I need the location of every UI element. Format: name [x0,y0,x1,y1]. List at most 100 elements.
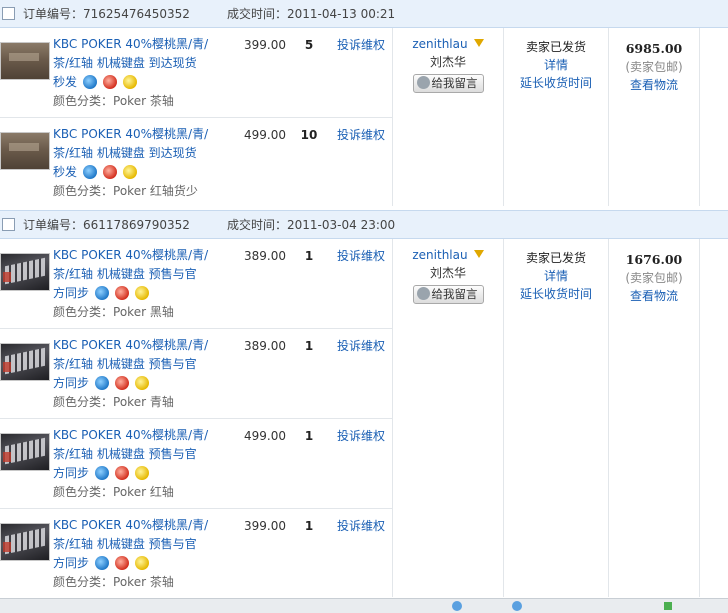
extend-receipt-link[interactable]: 延长收货时间 [504,285,608,303]
extend-receipt-link[interactable]: 延长收货时间 [504,74,608,92]
item-thumbnail[interactable] [0,343,50,381]
view-logistics-link[interactable]: 查看物流 [609,287,699,305]
item-title[interactable]: KBC POKER 40%樱桃黑/青/ 茶/红轴 机械键盘 到达现货 秒发 [53,125,231,182]
order-status: 卖家已发货 [525,251,586,265]
seven-day-return-icon [103,165,118,179]
complain-link[interactable]: 投诉维权 [337,517,385,534]
status-dot-icon [452,601,462,611]
bao-icon [83,75,98,89]
item-price: 499.00 [244,429,286,443]
detail-link[interactable]: 详情 [504,267,608,285]
item-quantity: 5 [304,38,314,52]
column-divider [699,28,700,206]
item-title[interactable]: KBC POKER 40%樱桃黑/青/ 茶/红轴 机械键盘 预售与官 方同步 [53,516,231,573]
seller-nick[interactable]: zenithlau [393,37,503,51]
total-cell: 1676.00 (卖家包邮) 查看物流 [609,239,699,305]
seller-nick[interactable]: zenithlau [393,248,503,262]
complain-link[interactable]: 投诉维权 [337,36,385,53]
leave-message-button[interactable]: 给我留言 [412,74,484,93]
item-row: KBC POKER 40%樱桃黑/青/ 茶/红轴 机械键盘 预售与官 方同步 颜… [0,509,392,598]
deal-time: 成交时间：2011-04-13 00:21 [227,7,396,21]
order-checkbox[interactable] [2,218,15,231]
order-number: 订单编号：66117869790352 [23,218,190,232]
item-category: 颜色分类：Poker 青轴 [53,395,174,409]
order-body: KBC POKER 40%樱桃黑/青/ 茶/红轴 机械键盘 预售与官 方同步 颜… [0,239,728,598]
item-price: 499.00 [244,128,286,142]
item-row: KBC POKER 40%樱桃黑/青/ 茶/红轴 机械键盘 预售与官 方同步 颜… [0,329,392,419]
item-price: 389.00 [244,339,286,353]
item-title[interactable]: KBC POKER 40%樱桃黑/青/ 茶/红轴 机械键盘 到达现货 秒发 [53,35,231,92]
item-thumbnail[interactable] [0,132,50,170]
deal-time: 成交时间：2011-03-04 23:00 [227,218,396,232]
credit-badge-icon [135,556,150,570]
item-category: 颜色分类：Poker 红轴 [53,485,174,499]
order-header: 订单编号：71625476450352 成交时间：2011-04-13 00:2… [0,0,728,28]
complain-link[interactable]: 投诉维权 [337,126,385,143]
flag-icon [473,39,484,47]
seven-day-return-icon [115,376,130,390]
total-cell: 6985.00 (卖家包邮) 查看物流 [609,28,699,94]
item-category: 颜色分类：Poker 红轴货少 [53,184,198,198]
status-square-icon [664,602,672,610]
bao-icon [95,466,110,480]
seven-day-return-icon [115,286,130,300]
flag-icon [473,250,484,258]
bao-icon [83,165,98,179]
detail-link[interactable]: 详情 [504,56,608,74]
order-header: 订单编号：66117869790352 成交时间：2011-03-04 23:0… [0,210,728,239]
chat-face-icon [416,76,430,89]
item-row: KBC POKER 40%樱桃黑/青/ 茶/红轴 机械键盘 到达现货 秒发 颜色… [0,118,392,207]
order-checkbox[interactable] [2,7,15,20]
order-1: 订单编号：71625476450352 成交时间：2011-04-13 00:2… [0,0,728,207]
item-thumbnail[interactable] [0,523,50,561]
item-price: 399.00 [244,519,286,533]
item-quantity: 1 [304,249,314,263]
item-row: KBC POKER 40%樱桃黑/青/ 茶/红轴 机械键盘 到达现货 秒发 颜色… [0,28,392,118]
order-status: 卖家已发货 [525,40,586,54]
bao-icon [95,286,110,300]
credit-badge-icon [123,165,138,179]
bottom-status-bar [0,598,728,613]
order-body: KBC POKER 40%樱桃黑/青/ 茶/红轴 机械键盘 到达现货 秒发 颜色… [0,28,728,207]
item-title[interactable]: KBC POKER 40%樱桃黑/青/ 茶/红轴 机械键盘 预售与官 方同步 [53,246,231,303]
seller-name: 刘杰华 [429,55,466,69]
shipping-note: (卖家包邮) [625,271,683,285]
bao-icon [95,556,110,570]
status-dot-icon [512,601,522,611]
credit-badge-icon [135,376,150,390]
item-title[interactable]: KBC POKER 40%樱桃黑/青/ 茶/红轴 机械键盘 预售与官 方同步 [53,426,231,483]
credit-badge-icon [135,466,150,480]
shipping-note: (卖家包邮) [625,60,683,74]
item-category: 颜色分类：Poker 茶轴 [53,94,174,108]
item-row: KBC POKER 40%樱桃黑/青/ 茶/红轴 机械键盘 预售与官 方同步 颜… [0,239,392,329]
order-number: 订单编号：71625476450352 [23,7,190,21]
complain-link[interactable]: 投诉维权 [337,247,385,264]
item-price: 389.00 [244,249,286,263]
seven-day-return-icon [115,466,130,480]
column-divider [699,239,700,597]
item-price: 399.00 [244,38,286,52]
item-thumbnail[interactable] [0,253,50,291]
item-thumbnail[interactable] [0,42,50,80]
item-quantity: 1 [304,339,314,353]
leave-message-button[interactable]: 给我留言 [412,285,484,304]
status-cell: 卖家已发货 详情 延长收货时间 [504,28,608,92]
item-thumbnail[interactable] [0,433,50,471]
item-category: 颜色分类：Poker 茶轴 [53,575,174,589]
bao-icon [95,376,110,390]
credit-badge-icon [123,75,138,89]
view-logistics-link[interactable]: 查看物流 [609,76,699,94]
seller-cell: zenithlau 刘杰华 给我留言 [393,239,503,304]
item-category: 颜色分类：Poker 黑轴 [53,305,174,319]
complain-link[interactable]: 投诉维权 [337,337,385,354]
item-quantity: 10 [300,128,318,142]
order-total: 1676.00 [625,252,683,267]
status-cell: 卖家已发货 详情 延长收货时间 [504,239,608,303]
seller-name: 刘杰华 [429,266,466,280]
credit-badge-icon [135,286,150,300]
item-quantity: 1 [304,429,314,443]
item-title[interactable]: KBC POKER 40%樱桃黑/青/ 茶/红轴 机械键盘 预售与官 方同步 [53,336,231,393]
complain-link[interactable]: 投诉维权 [337,427,385,444]
order-2: 订单编号：66117869790352 成交时间：2011-03-04 23:0… [0,210,728,598]
seller-cell: zenithlau 刘杰华 给我留言 [393,28,503,93]
